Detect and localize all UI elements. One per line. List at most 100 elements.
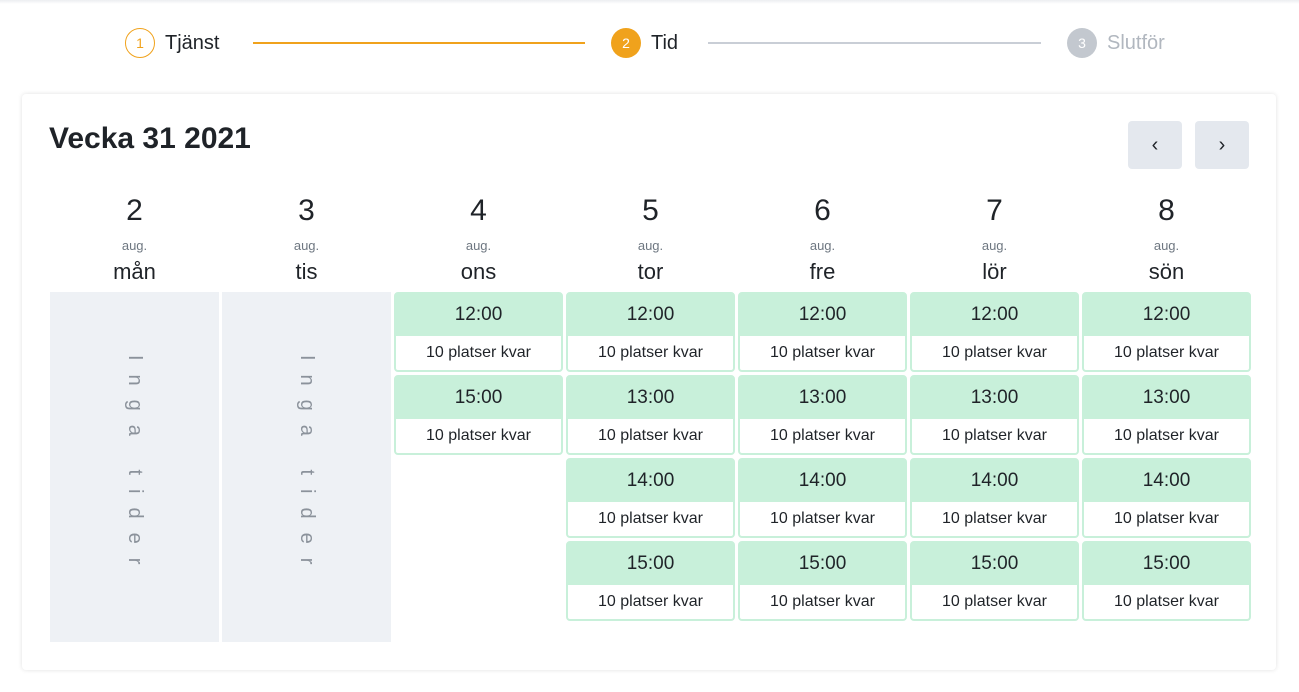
slot-time: 12:00 xyxy=(798,304,847,325)
step-time[interactable]: 2 Tid xyxy=(611,27,678,59)
day-number: 2 xyxy=(126,194,143,227)
chevron-left-icon: ‹ xyxy=(1151,133,1159,156)
slot-availability: 10 platser kvar xyxy=(1084,419,1249,453)
time-slot[interactable]: 13:00 10 platser kvar xyxy=(1082,375,1251,455)
step-label: Tjänst xyxy=(165,31,220,54)
slot-time: 12:00 xyxy=(454,304,503,325)
slot-availability: 10 platser kvar xyxy=(740,419,905,453)
time-slot[interactable]: 14:00 10 platser kvar xyxy=(738,458,907,538)
slot-time: 12:00 xyxy=(970,304,1019,325)
slot-availability: 10 platser kvar xyxy=(1084,336,1249,370)
day-column: 7 aug. lör 12:00 10 platser kvar 13:00 10 plat… xyxy=(910,192,1079,642)
step-service[interactable]: 1 Tjänst xyxy=(125,27,219,59)
time-slot[interactable]: 15:00 10 platser kvar xyxy=(394,375,563,455)
day-column: 6 aug. fre 12:00 10 platser kvar 13:00 10 plat… xyxy=(738,192,907,642)
previous-week-button[interactable]: ‹ xyxy=(1128,121,1182,169)
no-times-label: Inga tider xyxy=(296,355,318,579)
time-slot[interactable]: 13:00 10 platser kvar xyxy=(566,375,735,455)
slot-time: 15:00 xyxy=(626,553,675,574)
slot-time: 15:00 xyxy=(454,387,503,408)
day-name: lör xyxy=(982,259,1007,284)
day-number: 6 xyxy=(814,194,831,227)
day-column: 2 aug. mån Inga tider xyxy=(50,192,219,642)
day-number: 5 xyxy=(642,194,659,227)
step-finish: 3 Slutför xyxy=(1067,27,1165,59)
no-times-panel: Inga tider xyxy=(50,292,219,642)
no-times-label: Inga tider xyxy=(124,355,146,579)
day-month: aug. xyxy=(293,238,320,253)
day-number: 8 xyxy=(1158,194,1175,227)
day-month: aug. xyxy=(121,238,148,253)
step-label: Slutför xyxy=(1107,31,1165,54)
day-name: tis xyxy=(295,259,318,284)
slot-time: 15:00 xyxy=(970,553,1019,574)
day-columns: 2 aug. mån Inga tider 3 aug. tis Inga tider 4 aug… xyxy=(50,192,1251,642)
time-slot[interactable]: 15:00 10 platser kvar xyxy=(910,541,1079,621)
step-number: 1 xyxy=(125,28,155,58)
next-week-button[interactable]: › xyxy=(1195,121,1249,169)
time-slot[interactable]: 13:00 10 platser kvar xyxy=(738,375,907,455)
slot-availability: 10 platser kvar xyxy=(740,336,905,370)
slot-availability: 10 platser kvar xyxy=(1084,585,1249,619)
day-month: aug. xyxy=(465,238,492,253)
slot-time: 13:00 xyxy=(1142,387,1191,408)
day-name: tor xyxy=(637,259,664,284)
slot-availability: 10 platser kvar xyxy=(912,336,1077,370)
day-number: 4 xyxy=(470,194,487,227)
time-slot[interactable]: 12:00 10 platser kvar xyxy=(738,292,907,372)
day-name: mån xyxy=(113,259,156,284)
day-slots: Inga tider xyxy=(50,292,219,642)
slot-availability: 10 platser kvar xyxy=(912,585,1077,619)
day-name: ons xyxy=(460,259,497,284)
slot-availability: 10 platser kvar xyxy=(912,419,1077,453)
booking-stepper: 1 Tjänst 2 Tid 3 Slutför xyxy=(0,0,1299,86)
day-number: 7 xyxy=(986,194,1003,227)
slot-availability: 10 platser kvar xyxy=(740,502,905,536)
slot-availability: 10 platser kvar xyxy=(568,419,733,453)
slot-time: 12:00 xyxy=(1142,304,1191,325)
time-slot[interactable]: 14:00 10 platser kvar xyxy=(910,458,1079,538)
slot-availability: 10 platser kvar xyxy=(912,502,1077,536)
day-slots: 12:00 10 platser kvar 13:00 10 platser kvar… xyxy=(738,292,907,621)
time-slot[interactable]: 12:00 10 platser kvar xyxy=(910,292,1079,372)
slot-availability: 10 platser kvar xyxy=(396,419,561,453)
day-slots: 12:00 10 platser kvar 13:00 10 platser kvar… xyxy=(910,292,1079,621)
chevron-right-icon: › xyxy=(1218,133,1226,156)
day-slots: 12:00 10 platser kvar 15:00 10 platser kvar xyxy=(394,292,563,455)
step-connector-pending xyxy=(708,42,1041,44)
time-slot[interactable]: 12:00 10 platser kvar xyxy=(1082,292,1251,372)
time-slot[interactable]: 14:00 10 platser kvar xyxy=(566,458,735,538)
time-slot[interactable]: 15:00 10 platser kvar xyxy=(1082,541,1251,621)
day-month: aug. xyxy=(809,238,836,253)
time-slot[interactable]: 12:00 10 platser kvar xyxy=(566,292,735,372)
slot-time: 12:00 xyxy=(626,304,675,325)
time-slot[interactable]: 15:00 10 platser kvar xyxy=(738,541,907,621)
slot-time: 15:00 xyxy=(1142,553,1191,574)
day-column: 5 aug. tor 12:00 10 platser kvar 13:00 10 plat… xyxy=(566,192,735,642)
slot-time: 14:00 xyxy=(1142,470,1191,491)
time-slot[interactable]: 12:00 10 platser kvar xyxy=(394,292,563,372)
slot-availability: 10 platser kvar xyxy=(568,336,733,370)
time-slot[interactable]: 13:00 10 platser kvar xyxy=(910,375,1079,455)
day-column: 8 aug. sön 12:00 10 platser kvar 13:00 10 plat… xyxy=(1082,192,1251,642)
day-column: 3 aug. tis Inga tider xyxy=(222,192,391,642)
week-title: Vecka 31 2021 xyxy=(49,122,251,155)
day-slots: 12:00 10 platser kvar 13:00 10 platser kvar… xyxy=(1082,292,1251,621)
time-slot[interactable]: 15:00 10 platser kvar xyxy=(566,541,735,621)
week-calendar-card: Vecka 31 2021 ‹ › 2 aug. mån Inga tider 3 aug… xyxy=(22,94,1276,670)
slot-availability: 10 platser kvar xyxy=(740,585,905,619)
step-connector-completed xyxy=(253,42,585,44)
no-times-panel: Inga tider xyxy=(222,292,391,642)
step-label: Tid xyxy=(651,31,679,54)
slot-availability: 10 platser kvar xyxy=(568,502,733,536)
time-slot[interactable]: 14:00 10 platser kvar xyxy=(1082,458,1251,538)
slot-time: 15:00 xyxy=(798,553,847,574)
day-month: aug. xyxy=(1153,238,1180,253)
slot-time: 13:00 xyxy=(970,387,1019,408)
day-name: fre xyxy=(809,259,836,284)
day-slots: 12:00 10 platser kvar 13:00 10 platser kvar… xyxy=(566,292,735,621)
day-number: 3 xyxy=(298,194,315,227)
day-month: aug. xyxy=(981,238,1008,253)
day-column: 4 aug. ons 12:00 10 platser kvar 15:00 10 plat… xyxy=(394,192,563,642)
slot-time: 13:00 xyxy=(626,387,675,408)
